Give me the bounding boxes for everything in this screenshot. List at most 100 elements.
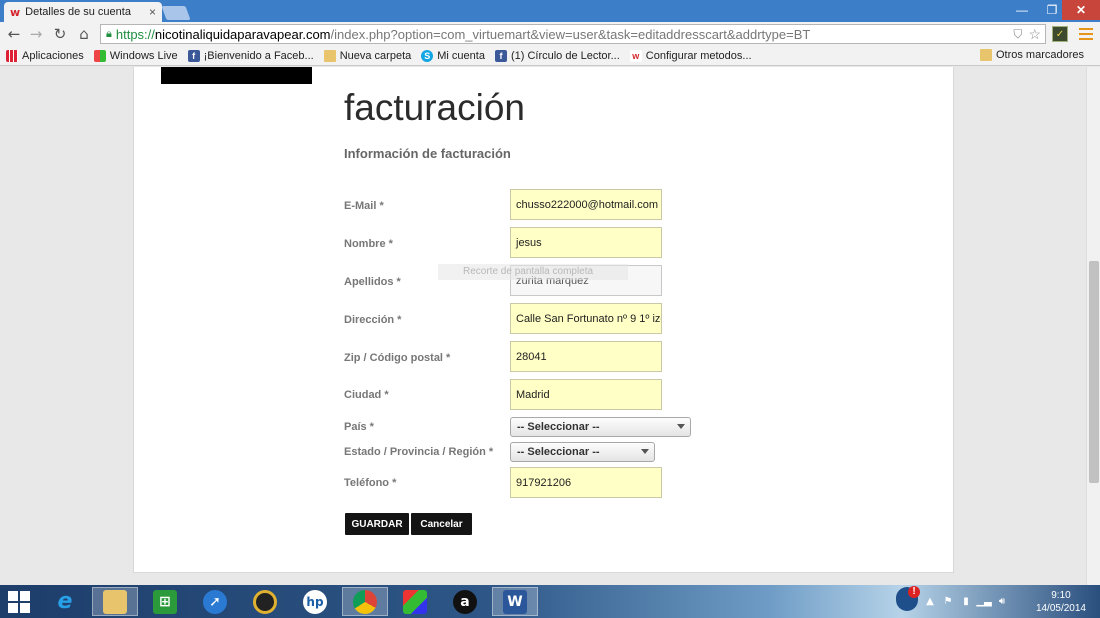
window-close-button[interactable]: ✕	[1062, 0, 1100, 20]
file-explorer-icon	[103, 589, 127, 614]
browser-tab[interactable]: w Detalles de su cuenta ×	[4, 2, 162, 22]
cancel-button[interactable]: Cancelar	[411, 513, 472, 535]
scrollbar-thumb[interactable]	[1089, 261, 1099, 483]
shield-icon[interactable]: ⛉	[1013, 27, 1022, 42]
taskbar-chrome[interactable]	[342, 587, 388, 616]
taskbar-puzzle-app[interactable]	[392, 587, 438, 616]
tab-close-icon[interactable]: ×	[149, 5, 156, 19]
zip-field[interactable]: 28041	[510, 341, 662, 372]
w-icon: w	[629, 49, 642, 62]
chevron-down-icon	[677, 424, 685, 429]
email-field[interactable]: chusso222000@hotmail.com	[510, 189, 662, 220]
ciudad-field[interactable]: Madrid	[510, 379, 662, 410]
bookmark-star-icon[interactable]: ☆	[1028, 26, 1041, 43]
bookmarks-bar: Aplicaciones Windows Live f ¡Bienvenido a…	[0, 46, 1100, 66]
screenshot-tooltip: Recorte de pantalla completa	[438, 264, 628, 280]
window-minimize-button[interactable]: —	[1006, 0, 1038, 20]
bookmark-facebook[interactable]: f ¡Bienvenido a Faceb...	[187, 49, 314, 62]
telefono-field[interactable]: 917921206	[510, 467, 662, 498]
notification-alert-icon[interactable]: !	[896, 586, 920, 611]
rocket-icon: ➚	[203, 589, 227, 614]
bookmark-aplicaciones[interactable]: Aplicaciones	[6, 49, 84, 62]
estado-label: Estado / Provincia / Región *	[344, 446, 494, 458]
extension-icon[interactable]: ✓	[1052, 26, 1068, 42]
page-scrollbar[interactable]	[1086, 67, 1100, 585]
bookmark-label: Mi cuenta	[437, 49, 485, 62]
taskbar-rocket-app[interactable]: ➚	[192, 587, 238, 616]
url-path: /index.php?option=com_virtuemart&view=us…	[330, 26, 811, 42]
network-signal-icon[interactable]: ▁▃	[976, 595, 991, 607]
windows-taskbar: e ⊞ ➚ hp a W ! ▲ ⚑ ▮ ▁▃ 🔊︎ 9:10 14/05/20…	[0, 585, 1100, 618]
browser-toolbar: ← → ↻ ⌂ 🔒︎ https:// nicotinaliquidaparav…	[0, 22, 1100, 46]
zip-label: Zip / Código postal *	[344, 352, 451, 364]
browser-title-bar: w Detalles de su cuenta × — ❐ ✕	[0, 0, 1100, 22]
new-tab-button[interactable]	[161, 6, 191, 20]
estado-select[interactable]: -- Seleccionar --	[510, 442, 655, 462]
section-title: Información de facturación	[344, 146, 511, 161]
bookmark-otros-marcadores[interactable]: Otros marcadores	[979, 49, 1084, 61]
direccion-field[interactable]: Calle San Fortunato nº 9 1º izq	[510, 303, 662, 334]
reload-icon[interactable]: ↻	[50, 24, 70, 44]
volume-icon[interactable]: 🔊︎	[996, 595, 1008, 607]
chrome-icon	[353, 589, 377, 614]
taskbar-hp[interactable]: hp	[292, 587, 338, 616]
hp-icon: hp	[303, 589, 327, 614]
bookmark-circulo-lectores[interactable]: f (1) Círculo de Lector...	[494, 49, 620, 62]
bookmark-label: Aplicaciones	[22, 49, 84, 62]
system-tray: ! ▲ ⚑ ▮ ▁▃ 🔊︎ 9:10 14/05/2014	[890, 585, 1100, 618]
facebook-icon: f	[187, 49, 200, 62]
save-button[interactable]: GUARDAR	[345, 513, 409, 535]
back-arrow-icon[interactable]: ←	[4, 24, 24, 44]
url-host: nicotinaliquidaparavapear.com	[154, 26, 331, 42]
taskbar-internet-explorer[interactable]: e	[42, 587, 88, 616]
telefono-label: Teléfono *	[344, 477, 397, 489]
apps-icon	[6, 49, 18, 62]
bookmark-windows-live[interactable]: Windows Live	[93, 49, 178, 62]
nombre-label: Nombre *	[344, 238, 393, 250]
site-favicon-icon: w	[10, 5, 21, 19]
email-label: E-Mail *	[344, 200, 384, 212]
bookmark-label: ¡Bienvenido a Faceb...	[203, 49, 314, 62]
clock-time: 9:10	[1051, 590, 1071, 601]
url-scheme: https://	[115, 26, 155, 42]
taskbar-file-explorer[interactable]	[92, 587, 138, 616]
page-title: facturación	[344, 87, 525, 128]
taskbar-clock[interactable]: 9:10 14/05/2014	[1036, 589, 1086, 615]
pais-label: País *	[344, 421, 374, 433]
lock-icon: 🔒︎	[106, 27, 112, 40]
facebook-icon: f	[494, 49, 507, 62]
page-viewport: facturación Información de facturación E…	[0, 67, 1086, 585]
taskbar-disc-app[interactable]	[242, 587, 288, 616]
taskbar-word[interactable]: W	[492, 587, 538, 616]
word-icon: W	[503, 589, 527, 614]
show-hidden-icons-icon[interactable]: ▲	[924, 595, 936, 607]
address-bar[interactable]: 🔒︎ https:// nicotinaliquidaparavapear.co…	[100, 24, 1046, 44]
ciudad-label: Ciudad *	[344, 389, 389, 401]
home-icon[interactable]: ⌂	[74, 24, 94, 44]
bookmark-mi-cuenta[interactable]: S Mi cuenta	[421, 49, 485, 62]
disc-icon	[253, 589, 277, 614]
bookmark-label: (1) Círculo de Lector...	[510, 49, 620, 62]
taskbar-store[interactable]: ⊞	[142, 587, 188, 616]
folder-icon	[323, 49, 336, 62]
forward-arrow-icon[interactable]: →	[26, 24, 46, 44]
bookmark-nueva-carpeta[interactable]: Nueva carpeta	[323, 49, 411, 62]
pais-select[interactable]: -- Seleccionar --	[510, 417, 691, 437]
header-image-block	[161, 67, 312, 84]
apellidos-label: Apellidos *	[344, 276, 401, 288]
windows-start-icon[interactable]	[8, 591, 30, 613]
action-center-icon[interactable]: ⚑	[942, 595, 954, 607]
taskbar-amazon[interactable]: a	[442, 587, 488, 616]
bookmark-configurar-metodos[interactable]: w Configurar metodos...	[629, 49, 752, 62]
amazon-icon: a	[453, 589, 477, 614]
battery-icon[interactable]: ▮	[960, 595, 972, 607]
puzzle-icon	[403, 589, 427, 614]
internet-explorer-icon: e	[57, 589, 73, 614]
folder-icon	[979, 49, 992, 61]
pais-selected-value: -- Seleccionar --	[517, 421, 600, 433]
nombre-field[interactable]: jesus	[510, 227, 662, 258]
chrome-menu-icon[interactable]	[1078, 26, 1094, 42]
estado-selected-value: -- Seleccionar --	[517, 446, 600, 458]
bookmark-label: Windows Live	[109, 49, 178, 62]
tab-title: Detalles de su cuenta	[25, 6, 131, 18]
